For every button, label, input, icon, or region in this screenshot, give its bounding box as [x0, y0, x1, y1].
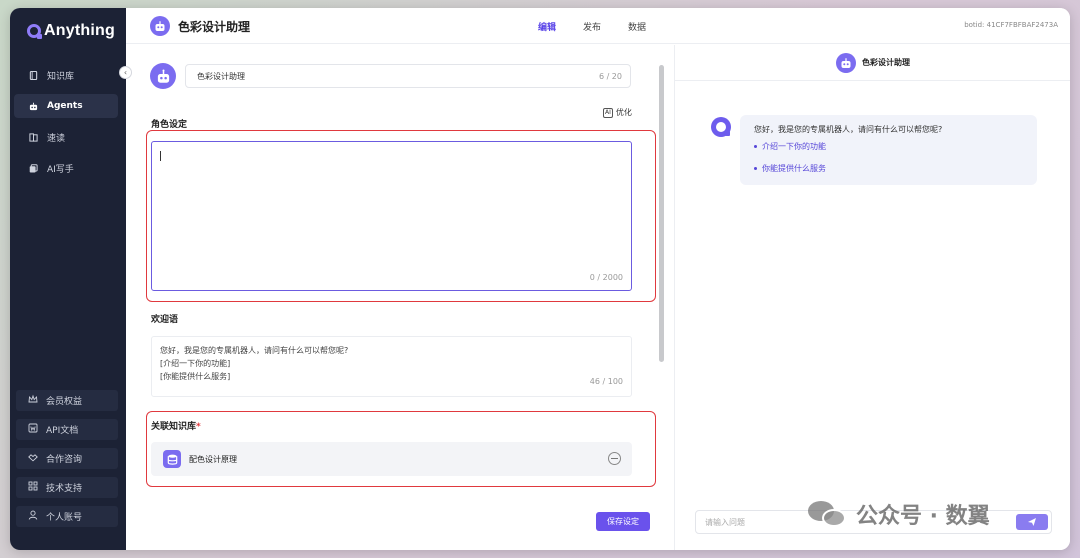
sidebar-item-ai-writer[interactable]: AI写手: [14, 156, 118, 180]
writer-icon: [29, 163, 38, 173]
chevron-left-icon: ‹: [123, 68, 128, 77]
bot-name-input[interactable]: 色彩设计助理 6 / 20: [185, 64, 631, 88]
welcome-label: 欢迎语: [151, 315, 179, 325]
sidebar-item-partnership[interactable]: 合作咨询: [16, 448, 118, 469]
sidebar-item-agents[interactable]: Agents: [14, 94, 118, 118]
user-icon: [28, 510, 38, 523]
bot-name-count: 6 / 20: [598, 72, 622, 81]
book-icon: [29, 70, 38, 80]
editor-scrollbar[interactable]: [659, 65, 664, 362]
sidebar-item-label: Agents: [47, 101, 83, 111]
greeting-bubble: 您好，我是您的专属机器人，请问有什么可以帮您呢? 介绍一下你的功能 你能提供什么…: [740, 115, 1037, 185]
sidebar-item-label: API文档: [46, 426, 79, 436]
sidebar-item-label: 知识库: [47, 71, 75, 82]
text-caret: [160, 151, 161, 161]
welcome-textarea[interactable]: 您好，我是您的专属机器人，请问有什么可以帮您呢? [介绍一下你的功能] [你能提…: [151, 336, 632, 397]
assistant-avatar-tail: [725, 131, 730, 136]
kb-item[interactable]: 配色设计原理: [151, 442, 632, 476]
bullet-icon: [754, 167, 757, 170]
anything-logo-icon: [27, 24, 42, 39]
ai-icon: AI: [603, 107, 613, 118]
required-mark: *: [196, 422, 201, 432]
crown-icon: [28, 394, 38, 407]
watermark-text: 公众号 · 数翼: [856, 504, 990, 529]
welcome-line: [介绍一下你的功能]: [160, 359, 231, 368]
tab-edit[interactable]: 编辑: [538, 20, 556, 33]
sidebar-item-label: AI写手: [47, 164, 74, 175]
wechat-icon: [808, 499, 848, 529]
sidebar-bottom-nav: 会员权益 API文档 合作咨询 技术支持 个人账号: [16, 390, 118, 535]
sidebar-item-account[interactable]: 个人账号: [16, 506, 118, 527]
tab-publish[interactable]: 发布: [583, 20, 601, 33]
bot-avatar: [150, 16, 170, 36]
suggestion-item[interactable]: 你能提供什么服务: [754, 163, 1023, 174]
remove-kb-icon[interactable]: [608, 452, 621, 465]
sidebar-nav: 知识库 Agents 速读 AI写手: [14, 63, 118, 187]
send-icon: [1028, 518, 1036, 526]
robot-icon: [157, 69, 169, 83]
welcome-char-count: 46 / 100: [589, 377, 623, 386]
optimize-label: 优化: [615, 108, 632, 117]
top-header: 色彩设计助理 编辑 发布 数据 botid: 41CF7FBFBAF2473A: [126, 8, 1070, 44]
doc-icon: [28, 423, 38, 436]
robot-icon: [155, 21, 165, 31]
send-button[interactable]: [1016, 514, 1048, 530]
suggestion-item[interactable]: 介绍一下你的功能: [754, 141, 1023, 152]
welcome-line: [你能提供什么服务]: [160, 372, 231, 381]
sidebar-item-membership[interactable]: 会员权益: [16, 390, 118, 411]
sidebar-item-label: 速读: [47, 133, 66, 144]
role-textarea[interactable]: 0 / 2000: [151, 141, 632, 291]
preview-header: 色彩设计助理: [675, 45, 1070, 81]
suggestion-text: 你能提供什么服务: [762, 164, 826, 173]
chat-input-placeholder: 请输入问题: [705, 517, 745, 527]
sidebar-item-tech-support[interactable]: 技术支持: [16, 477, 118, 498]
bot-name-value: 色彩设计助理: [197, 71, 245, 81]
bot-avatar: [836, 52, 856, 73]
sidebar-item-label: 合作咨询: [46, 455, 83, 465]
watermark: 公众号 · 数翼: [808, 498, 990, 530]
kb-item-name: 配色设计原理: [189, 454, 237, 464]
save-settings-button[interactable]: 保存设定: [596, 512, 650, 531]
kb-label: 关联知识库*: [151, 419, 201, 432]
sidebar-item-speed-read[interactable]: 速读: [14, 125, 118, 149]
sidebar-item-label: 会员权益: [46, 397, 83, 407]
editor-pane: 色彩设计助理 6 / 20 AI 优化 角色设定 0 / 2000 欢迎语 您好…: [126, 45, 674, 550]
sidebar-item-label: 个人账号: [46, 513, 83, 523]
tab-data[interactable]: 数据: [628, 20, 646, 33]
app-window: Anything 知识库 Agents 速读 AI写手 会员权益 API文档 合…: [10, 8, 1070, 550]
greeting-text: 您好，我是您的专属机器人，请问有什么可以帮您呢?: [754, 125, 943, 134]
kb-label-text: 关联知识库: [151, 422, 197, 432]
bot-id: botid: 41CF7FBFBAF2473A: [964, 21, 1058, 29]
robot-icon: [841, 57, 851, 68]
speed-read-icon: [29, 132, 38, 142]
sidebar-item-api-docs[interactable]: API文档: [16, 419, 118, 440]
sidebar: Anything 知识库 Agents 速读 AI写手 会员权益 API文档 合…: [10, 8, 126, 550]
sidebar-item-label: 技术支持: [46, 484, 83, 494]
bullet-icon: [754, 145, 757, 148]
optimize-button[interactable]: AI 优化: [603, 107, 632, 118]
suggestion-text: 介绍一下你的功能: [762, 142, 826, 151]
grid-icon: [28, 481, 38, 494]
top-tabs: 编辑 发布 数据: [538, 20, 646, 33]
preview-title: 色彩设计助理: [862, 58, 910, 67]
welcome-line: 您好，我是您的专属机器人，请问有什么可以帮您呢?: [160, 346, 349, 355]
role-char-count: 0 / 2000: [589, 273, 623, 282]
robot-icon: [29, 102, 38, 111]
sidebar-item-knowledge-base[interactable]: 知识库: [14, 63, 118, 87]
collapse-sidebar-button[interactable]: ‹: [119, 66, 132, 79]
preview-pane: 色彩设计助理 您好，我是您的专属机器人，请问有什么可以帮您呢? 介绍一下你的功能…: [674, 45, 1070, 550]
logo[interactable]: Anything: [27, 22, 115, 40]
bot-avatar-upload[interactable]: [150, 63, 176, 89]
handshake-icon: [28, 452, 38, 465]
page-title: 色彩设计助理: [178, 20, 251, 34]
brand-name: Anything: [44, 22, 115, 39]
database-icon: [163, 450, 181, 468]
role-label: 角色设定: [151, 120, 188, 130]
